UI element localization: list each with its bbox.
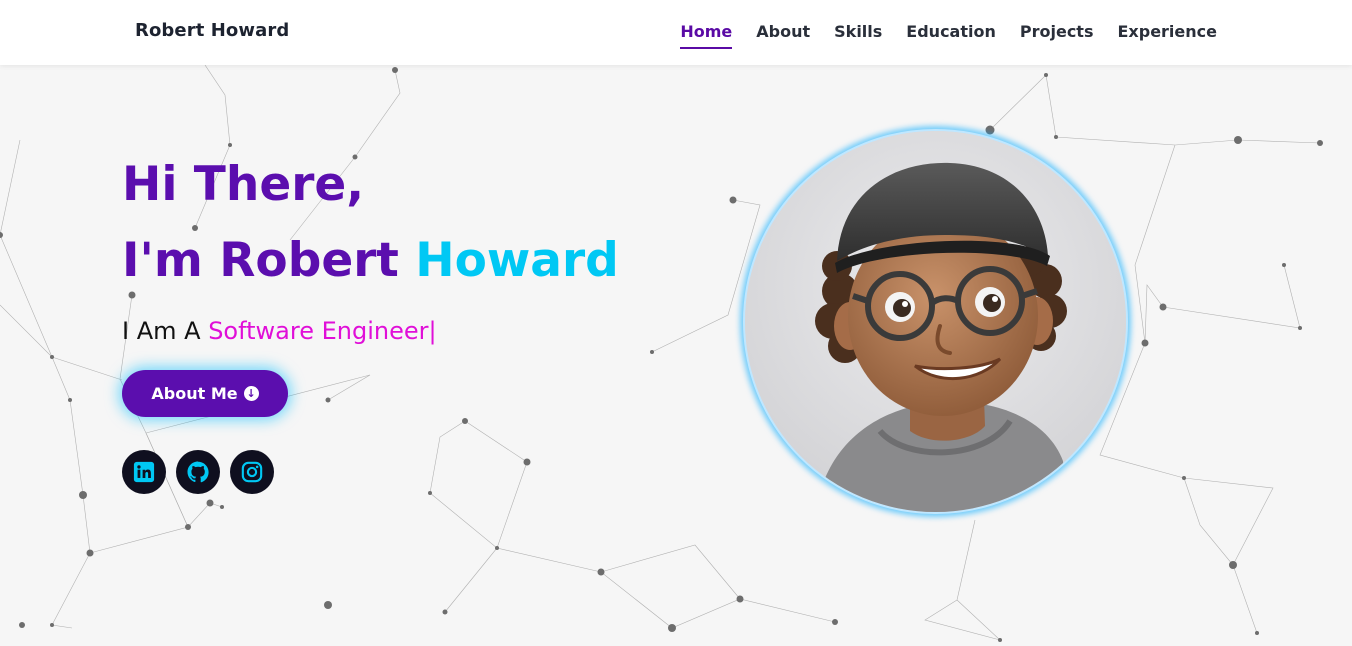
github-link[interactable]	[176, 450, 220, 494]
instagram-icon	[241, 461, 263, 483]
nav-links: Home About Skills Education Projects Exp…	[680, 22, 1217, 49]
linkedin-link[interactable]	[122, 450, 166, 494]
hero-intro-highlight: Howard	[415, 233, 619, 288]
github-icon	[187, 461, 209, 483]
hero-role-prefix: I Am A	[122, 317, 209, 345]
hero-role-typed: Software Engineer|	[208, 317, 437, 345]
nav-education[interactable]: Education	[906, 22, 996, 49]
hero-intro: I'm Robert Howard	[122, 233, 619, 288]
about-me-button[interactable]: About Me ↓	[122, 370, 288, 417]
nav-about[interactable]: About	[756, 22, 810, 49]
hero-greeting: Hi There,	[122, 157, 365, 212]
nav-experience[interactable]: Experience	[1117, 22, 1217, 49]
profile-avatar	[743, 129, 1128, 514]
nav-projects[interactable]: Projects	[1020, 22, 1094, 49]
linkedin-icon	[133, 461, 155, 483]
nav-skills[interactable]: Skills	[834, 22, 882, 49]
about-me-label: About Me	[151, 384, 238, 403]
hero-section: Hi There, I'm Robert Howard I Am A Softw…	[0, 65, 1352, 646]
brand-name[interactable]: Robert Howard	[135, 20, 289, 41]
social-links	[122, 450, 274, 494]
hero-role: I Am A Software Engineer|	[122, 317, 437, 345]
navbar: Robert Howard Home About Skills Educatio…	[0, 0, 1352, 65]
memoji-avatar	[745, 131, 1126, 512]
hero-intro-prefix: I'm Robert	[122, 233, 416, 288]
nav-home[interactable]: Home	[680, 22, 733, 49]
arrow-down-circle-icon: ↓	[243, 386, 259, 401]
instagram-link[interactable]	[230, 450, 274, 494]
